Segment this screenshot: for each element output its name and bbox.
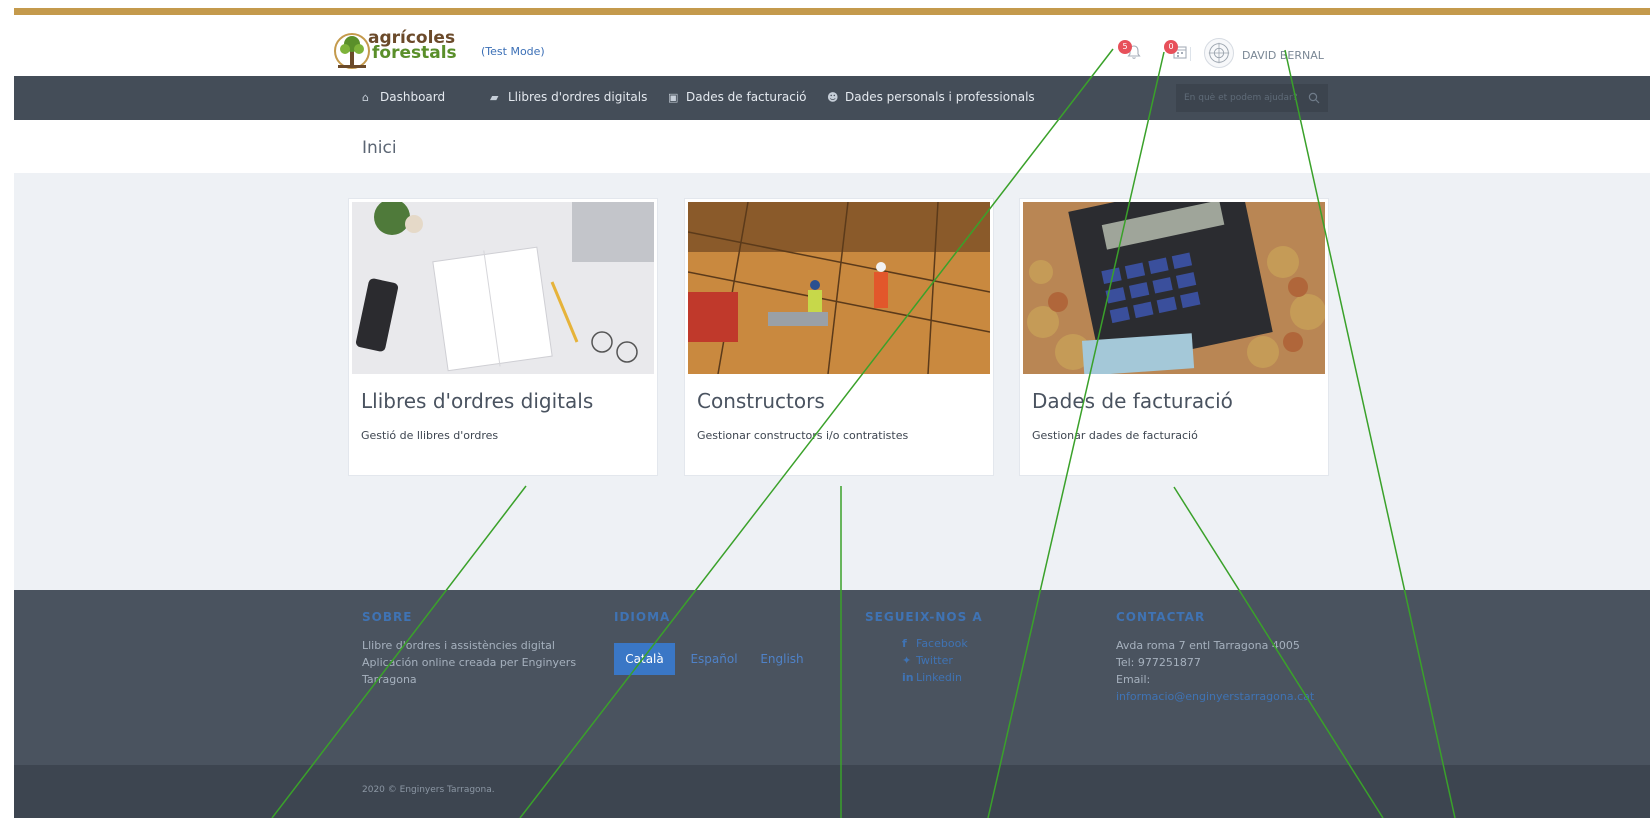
social-link-linkedin[interactable]: in Linkedin: [902, 671, 962, 684]
social-label: Linkedin: [916, 671, 962, 684]
footer-contact-text: Avda roma 7 entl Tarragona 4005 Tel: 977…: [1116, 637, 1300, 688]
nav-item-dades-personals[interactable]: ☻ Dades personals i professionals: [827, 90, 1035, 104]
nav-label: Dades personals i professionals: [845, 90, 1035, 104]
footer-contact-heading: CONTACTAR: [1116, 610, 1206, 624]
card-title: Dades de facturació: [1032, 389, 1233, 413]
footer-about-line3: Tarragona: [362, 673, 417, 686]
page-title: Inici: [362, 138, 397, 158]
footer-about-text: Llibre d'ordres i assistències digital A…: [362, 637, 576, 688]
facebook-icon: f: [902, 637, 907, 650]
language-option-english[interactable]: English: [754, 643, 810, 675]
contact-email-link[interactable]: informacio@enginyerstarragona.cat: [1116, 690, 1314, 703]
nav-label: Dashboard: [380, 90, 446, 104]
nav-label: Llibres d'ordres digitals: [508, 90, 648, 104]
copyright-bar: 2020 © Enginyers Tarragona.: [14, 765, 1650, 818]
card-title: Llibres d'ordres digitals: [361, 389, 594, 413]
copyright-text: 2020 © Enginyers Tarragona.: [362, 785, 495, 795]
header: agrícoles forestals (Test Mode) 5 0 DAVI…: [14, 15, 1650, 76]
users-icon: ☻: [827, 91, 839, 104]
search-input[interactable]: [1184, 91, 1304, 105]
contact-address: Avda roma 7 entl Tarragona 4005: [1116, 639, 1300, 652]
logo-text: agrícoles forestals: [368, 30, 457, 63]
app-frame: agrícoles forestals (Test Mode) 5 0 DAVI…: [14, 8, 1650, 818]
nav-item-llibres[interactable]: ▰ Llibres d'ordres digitals: [490, 90, 647, 104]
calculator-coins-photo: [1023, 202, 1325, 374]
search-icon[interactable]: [1308, 92, 1320, 104]
notebook-desk-photo: [352, 202, 654, 374]
contact-tel: Tel: 977251877: [1116, 656, 1201, 669]
social-link-facebook[interactable]: f Facebook: [902, 637, 968, 650]
twitter-icon: ✦: [902, 654, 912, 667]
search-box: [1176, 84, 1328, 112]
avatar[interactable]: [1204, 38, 1234, 68]
social-label: Facebook: [916, 637, 968, 650]
book-icon: ▰: [490, 91, 499, 104]
linkedin-icon: in: [902, 671, 914, 684]
card-llibres[interactable]: Llibres d'ordres digitals Gestió de llib…: [348, 198, 658, 476]
social-link-twitter[interactable]: ✦ Twitter: [902, 654, 953, 667]
home-icon: ⌂: [362, 91, 369, 104]
nav-item-dashboard[interactable]: ⌂ Dashboard: [362, 90, 445, 104]
card-description: Gestionar dades de facturació: [1032, 429, 1198, 442]
user-name[interactable]: DAVID BERNAL: [1242, 49, 1324, 62]
nav-label: Dades de facturació: [686, 90, 807, 104]
nav-item-facturacio[interactable]: ▣ Dades de facturació: [668, 90, 807, 104]
card-title: Constructors: [697, 389, 825, 413]
calendar-badge: 0: [1164, 40, 1178, 54]
page-title-bar: Inici: [14, 120, 1650, 173]
header-divider: [1190, 47, 1191, 61]
navbar: ⌂ Dashboard ▰ Llibres d'ordres digitals ▣ D…: [14, 76, 1650, 120]
card-constructors[interactable]: Constructors Gestionar constructors i/o …: [684, 198, 994, 476]
money-icon: ▣: [668, 91, 679, 104]
language-option-catala[interactable]: Català: [614, 643, 675, 675]
card-facturacio[interactable]: Dades de facturació Gestionar dades de f…: [1019, 198, 1329, 476]
footer-about-line2: Aplicación online creada per Enginyers: [362, 656, 577, 669]
footer-about-heading: SOBRE: [362, 610, 413, 624]
construction-site-photo: [688, 202, 990, 374]
card-description: Gestió de llibres d'ordres: [361, 429, 499, 442]
social-label: Twitter: [916, 654, 953, 667]
footer: SOBRE Llibre d'ordres i assistències dig…: [14, 590, 1650, 765]
card-description: Gestionar constructors i/o contratistes: [697, 429, 909, 442]
notifications-badge: 5: [1118, 40, 1132, 54]
footer-about-line1: Llibre d'ordres i assistències digital: [362, 639, 555, 652]
footer-language-heading: IDIOMA: [614, 610, 671, 624]
logo-line2: forestals: [372, 43, 457, 63]
top-accent-bar: [14, 8, 1650, 15]
contact-email-label: Email:: [1116, 673, 1151, 686]
language-option-espanol[interactable]: Español: [684, 643, 744, 675]
footer-follow-heading: SEGUEIX-NOS A: [865, 610, 983, 624]
test-mode-label: (Test Mode): [481, 45, 545, 58]
